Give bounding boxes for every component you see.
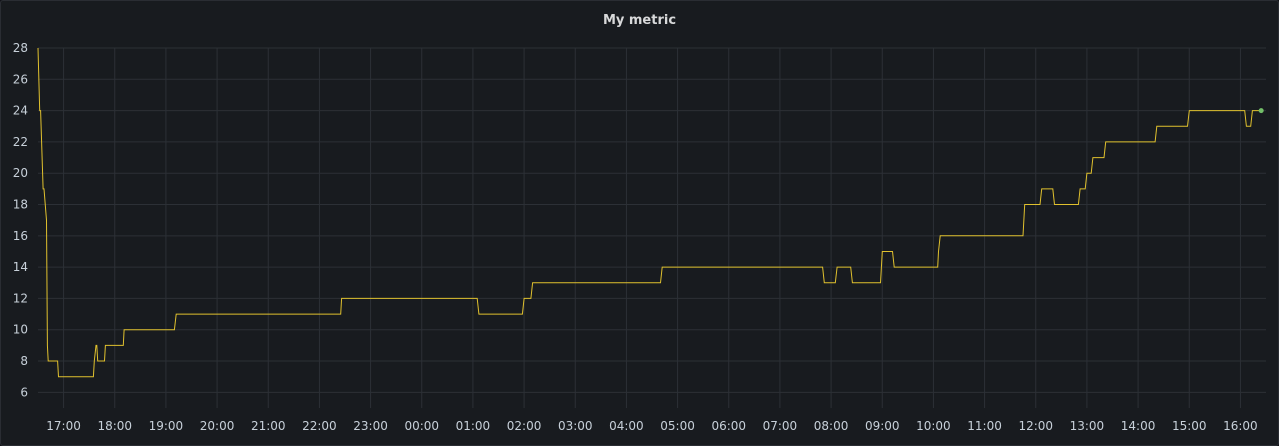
x-tick-label: 01:00: [456, 419, 491, 433]
y-tick-label: 24: [13, 104, 28, 118]
x-tick-label: 07:00: [763, 419, 798, 433]
y-tick-label: 14: [13, 260, 28, 274]
panel: My metric 6 8 10 12 14 16 18 20 22 24 26 28 17:00 18…: [0, 0, 1279, 446]
y-tick-label: 28: [13, 41, 28, 55]
y-tick-label: 16: [13, 229, 28, 243]
series-end-point[interactable]: [1258, 108, 1264, 114]
grid: [38, 47, 1266, 408]
plot-area: [37, 47, 1264, 378]
x-tick-label: 21:00: [251, 419, 286, 433]
series-line[interactable]: [37, 47, 1260, 378]
y-tick-label: 20: [13, 166, 28, 180]
x-tick-label: 03:00: [558, 419, 593, 433]
x-tick-label: 22:00: [302, 419, 337, 433]
y-tick-label: 18: [13, 198, 28, 212]
y-tick-label: 12: [13, 291, 28, 305]
x-tick-label: 00:00: [404, 419, 439, 433]
x-tick-label: 09:00: [865, 419, 900, 433]
x-tick-label: 11:00: [967, 419, 1002, 433]
x-tick-label: 16:00: [1223, 419, 1258, 433]
x-tick-label: 05:00: [660, 419, 695, 433]
x-tick-label: 13:00: [1070, 419, 1105, 433]
x-tick-label: 08:00: [814, 419, 849, 433]
x-tick-label: 23:00: [353, 419, 388, 433]
y-tick-label: 8: [20, 354, 28, 368]
x-tick-label: 19:00: [149, 419, 184, 433]
x-tick-label: 20:00: [200, 419, 235, 433]
y-tick-label: 6: [20, 385, 28, 399]
x-tick-label: 15:00: [1172, 419, 1207, 433]
x-tick-label: 12:00: [1018, 419, 1053, 433]
y-tick-label: 22: [13, 135, 28, 149]
x-tick-label: 17:00: [46, 419, 81, 433]
y-tick-label: 26: [13, 72, 28, 86]
x-tick-label: 06:00: [711, 419, 746, 433]
y-axis: 6 8 10 12 14 16 18 20 22 24 26 28: [13, 41, 28, 399]
y-tick-label: 10: [13, 323, 28, 337]
chart: 6 8 10 12 14 16 18 20 22 24 26 28 17:00 18:00 19:00 20…: [13, 41, 1266, 433]
x-tick-label: 14:00: [1121, 419, 1156, 433]
x-tick-label: 18:00: [97, 419, 132, 433]
x-tick-label: 02:00: [507, 419, 542, 433]
x-axis: 17:00 18:00 19:00 20:00 21:00 22:00 23:00 00:00…: [46, 419, 1257, 433]
x-tick-label: 04:00: [609, 419, 644, 433]
x-tick-label: 10:00: [916, 419, 951, 433]
